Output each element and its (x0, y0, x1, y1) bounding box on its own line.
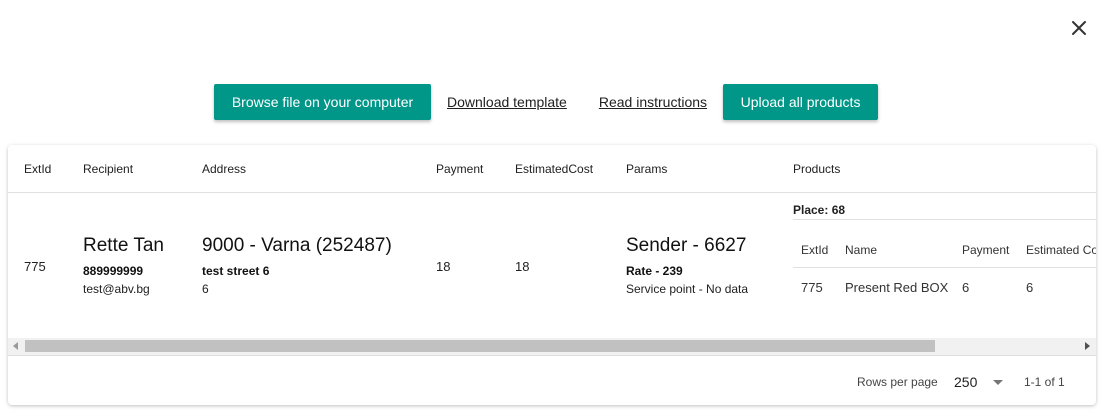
scroll-right-arrow-icon[interactable] (1085, 342, 1090, 350)
scroll-thumb[interactable] (25, 340, 935, 352)
chevron-down-icon (993, 379, 1004, 385)
pagination-range: 1-1 of 1 (1024, 375, 1065, 389)
row-extid: 775 (24, 259, 46, 274)
address-street: test street 6 (202, 264, 270, 278)
toolbar: Browse file on your computer Download te… (214, 84, 879, 120)
address-main: 9000 - Varna (252487) (202, 235, 392, 256)
products-header-payment: Payment (962, 243, 1010, 257)
product-name: Present Red BOX (845, 280, 949, 295)
row-payment: 18 (436, 259, 451, 274)
products-header-estimated-cost: Estimated Co (1026, 243, 1096, 257)
horizontal-scrollbar[interactable] (8, 338, 1096, 355)
rows-per-page-select[interactable]: 250 (954, 372, 1004, 392)
table-header: ExtId Recipient Address Payment Estimate… (8, 145, 1096, 193)
read-instructions-link[interactable]: Read instructions (599, 94, 707, 110)
rows-per-page-label: Rows per page (857, 375, 938, 389)
recipient-name: Rette Tan (83, 235, 164, 256)
product-extid: 775 (801, 280, 823, 295)
products-header-extid: ExtId (801, 243, 829, 257)
product-payment: 6 (962, 280, 970, 295)
header-extid[interactable]: ExtId (24, 162, 51, 176)
header-estimated-cost[interactable]: EstimatedCost (515, 162, 593, 176)
products-place-label: Place: 68 (793, 203, 846, 217)
close-icon (1072, 21, 1086, 35)
products-table-header: ExtId Name Payment Estimated Co (793, 220, 1096, 268)
address-extra: 6 (202, 282, 209, 296)
header-params[interactable]: Params (626, 162, 667, 176)
close-button[interactable] (1067, 16, 1091, 40)
download-template-link[interactable]: Download template (447, 94, 567, 110)
header-payment[interactable]: Payment (436, 162, 483, 176)
recipient-phone: 889999999 (83, 264, 144, 278)
products-header-name: Name (845, 243, 878, 257)
header-address[interactable]: Address (202, 162, 246, 176)
params-rate: Rate - 239 (626, 264, 683, 278)
pagination-footer: Rows per page 250 1-1 of 1 (8, 355, 1096, 405)
scroll-left-arrow-icon[interactable] (13, 342, 18, 350)
product-estimated-cost: 6 (1026, 280, 1034, 295)
shipments-table-card: ExtId Recipient Address Payment Estimate… (8, 145, 1096, 405)
browse-file-button[interactable]: Browse file on your computer (214, 84, 431, 120)
header-products[interactable]: Products (793, 162, 840, 176)
header-recipient[interactable]: Recipient (83, 162, 133, 176)
upload-all-products-button[interactable]: Upload all products (723, 84, 879, 120)
params-sender: Sender - 6627 (626, 235, 747, 256)
rows-per-page-value: 250 (954, 374, 978, 390)
recipient-email: test@abv.bg (83, 282, 150, 296)
products-nested-table: ExtId Name Payment Estimated Co 775 Pres… (793, 219, 1096, 321)
row-estimated-cost: 18 (515, 259, 530, 274)
params-service: Service point - No data (626, 282, 749, 296)
